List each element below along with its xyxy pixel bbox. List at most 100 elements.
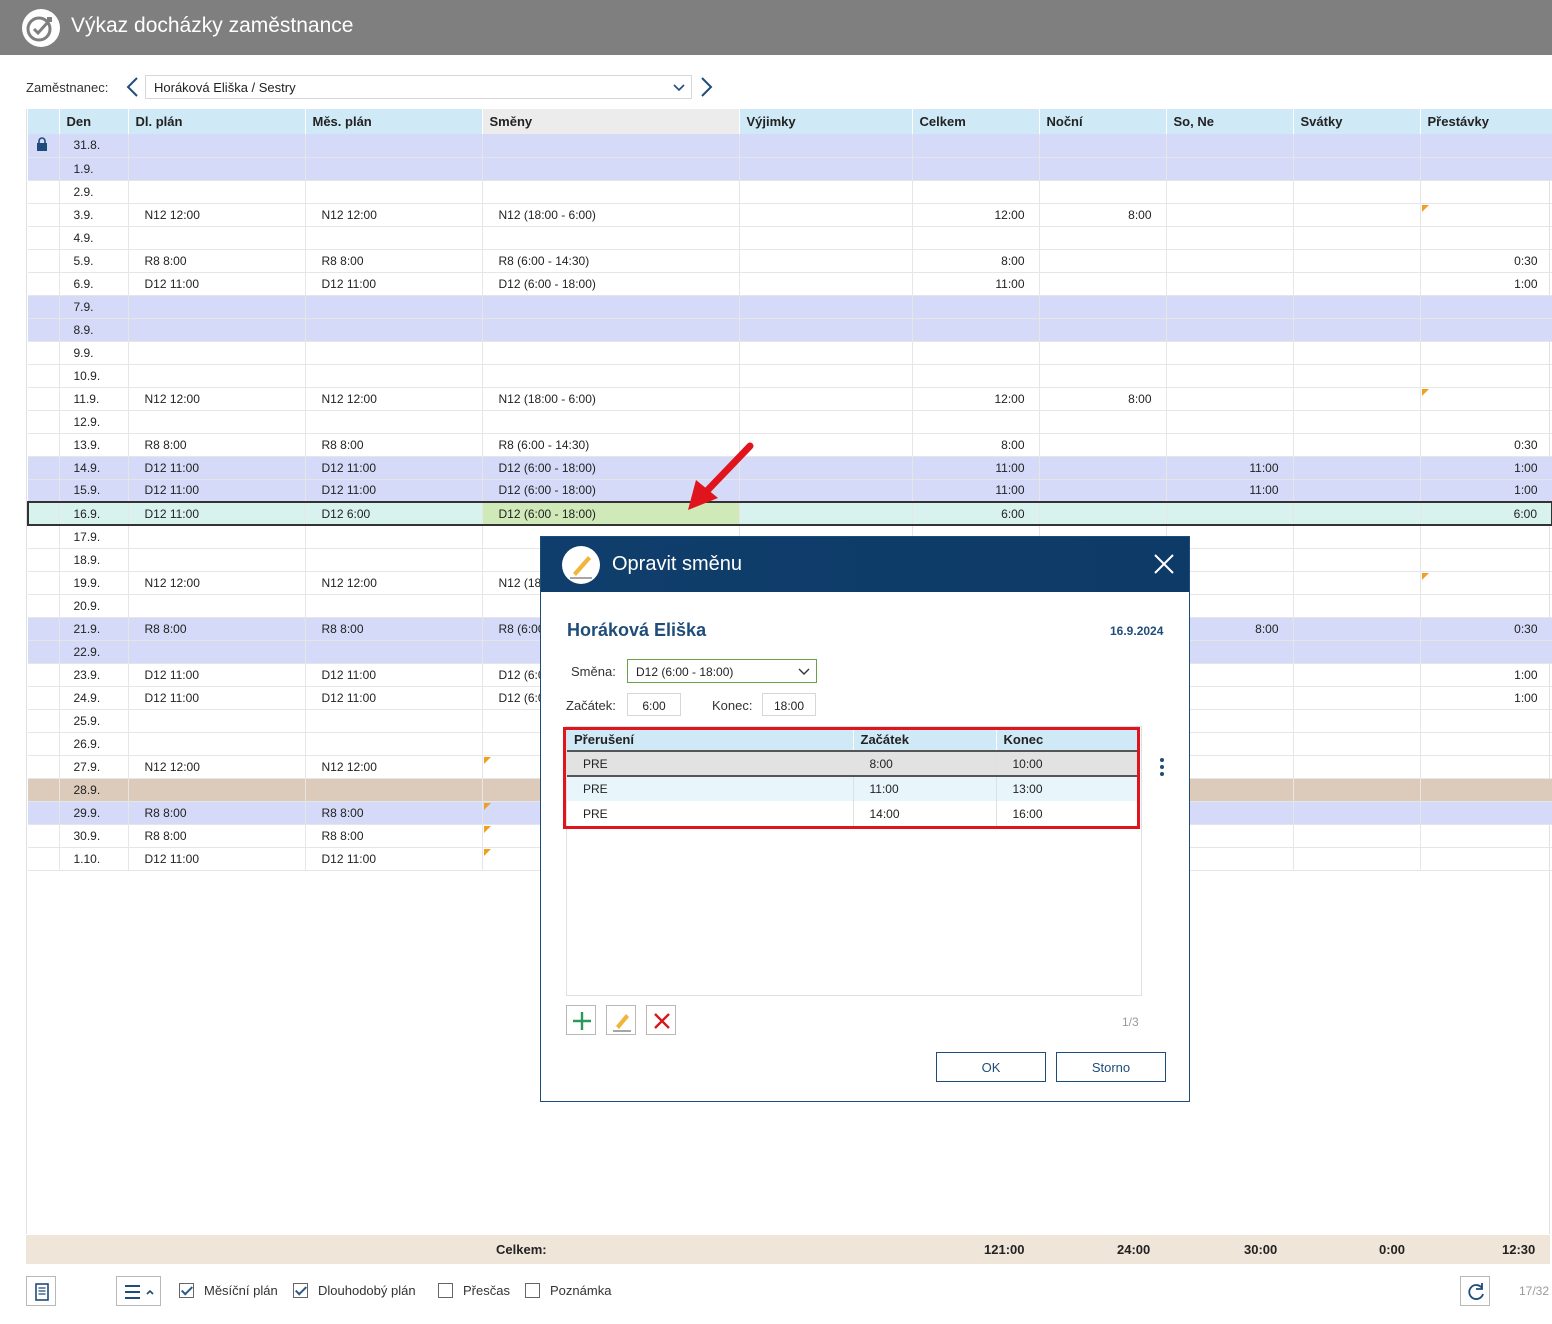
cell-dl-plan[interactable] [128,318,306,342]
delete-break-button[interactable] [646,1005,676,1035]
cell-mes-plan[interactable] [305,364,483,388]
cell-dl-plan[interactable] [128,640,306,664]
cell-dl-plan[interactable] [128,594,306,618]
cell-dl-plan[interactable] [128,341,306,365]
checkbox-box[interactable] [438,1283,453,1298]
cell-dl-plan[interactable]: D12 11:00 [128,501,306,526]
cell-dl-plan[interactable] [128,778,306,802]
cell-den[interactable]: 8.9. [59,318,129,342]
cell-dl-plan[interactable]: N12 12:00 [128,755,306,779]
cell-mes-plan[interactable] [305,318,483,342]
cell-dl-plan[interactable] [128,157,306,181]
close-icon[interactable] [1153,553,1175,575]
cell-nocni[interactable]: 8:00 [1039,387,1167,411]
cell-den[interactable]: 4.9. [59,226,129,250]
cell-smeny[interactable] [482,341,740,365]
cell-prestavky[interactable] [1420,594,1552,618]
cell-mes-plan[interactable] [305,548,483,572]
checkbox-box[interactable] [525,1283,540,1298]
cell-dl-plan[interactable]: D12 11:00 [128,663,306,687]
cell-vyjimky[interactable] [739,410,913,434]
table-row[interactable]: 13.9. R8 8:00 R8 8:00 R8 (6:00 - 14:30) 8:00… [28,433,1552,457]
cell-mes-plan[interactable]: R8 8:00 [305,249,483,273]
cell-vyjimky[interactable] [739,180,913,204]
cell-den[interactable]: 11.9. [59,387,129,411]
cell-mes-plan[interactable] [305,134,483,158]
cell-vyjimky[interactable] [739,249,913,273]
table-row[interactable]: 12.9. [28,410,1552,434]
cell-vyjimky[interactable] [739,456,913,480]
cell-celkem[interactable]: 6:00 [912,501,1040,526]
table-row[interactable]: 9.9. [28,341,1552,365]
cell-celkem[interactable] [912,295,1040,319]
cell-smeny[interactable]: R8 (6:00 - 14:30) [482,249,740,273]
cell-mes-plan[interactable] [305,295,483,319]
table-row[interactable]: 16.9. D12 11:00 D12 6:00 D12 (6:00 - 18:00)… [27,501,1552,526]
cell-mes-plan[interactable] [305,594,483,618]
cell-dl-plan[interactable]: D12 11:00 [128,479,306,503]
cell-svatky[interactable] [1293,157,1421,181]
cell-vyjimky[interactable] [739,387,913,411]
cell-smeny[interactable] [482,226,740,250]
ok-button[interactable]: OK [936,1052,1046,1082]
cell-prestavky[interactable] [1420,364,1552,388]
cell-prestavky[interactable]: 6:00 [1420,501,1552,526]
cell-dl-plan[interactable]: N12 12:00 [128,571,306,595]
cell-svatky[interactable] [1293,180,1421,204]
cell-mes-plan[interactable]: D12 11:00 [305,663,483,687]
cell-prestavky[interactable] [1420,226,1552,250]
cell-den[interactable]: 12.9. [59,410,129,434]
cell-nocni[interactable] [1039,157,1167,181]
table-row[interactable]: 3.9. N12 12:00 N12 12:00 N12 (18:00 - 6:00)… [28,203,1552,227]
cell-prestavky[interactable]: 1:00 [1420,479,1552,503]
edit-break-button[interactable] [606,1005,636,1035]
cell-so-ne[interactable] [1166,433,1294,457]
cell-so-ne[interactable] [1166,272,1294,296]
cell-svatky[interactable] [1293,801,1421,825]
cell-mes-plan[interactable]: R8 8:00 [305,801,483,825]
cell-prestavky[interactable] [1420,410,1552,434]
cell-den[interactable]: 29.9. [59,801,129,825]
cell-nocni[interactable] [1039,249,1167,273]
cell-so-ne[interactable] [1166,249,1294,273]
cell-vyjimky[interactable] [739,226,913,250]
cell-den[interactable]: 30.9. [59,824,129,848]
cell-den[interactable]: 21.9. [59,617,129,641]
cell-svatky[interactable] [1293,640,1421,664]
cell-smeny[interactable] [482,134,740,158]
cell-dl-plan[interactable] [128,732,306,756]
cell-svatky[interactable] [1293,295,1421,319]
cell-prestavky[interactable]: 1:00 [1420,456,1552,480]
cell-mes-plan[interactable] [305,157,483,181]
cell-so-ne[interactable] [1166,501,1294,526]
cell-dl-plan[interactable] [128,548,306,572]
cell-smeny[interactable] [482,410,740,434]
cell-prestavky[interactable] [1420,801,1552,825]
cell-prestavky[interactable] [1420,525,1552,549]
cell-dl-plan[interactable]: N12 12:00 [128,387,306,411]
cell-den[interactable]: 18.9. [59,548,129,572]
cell-prestavky[interactable] [1420,203,1552,227]
cell-den[interactable]: 7.9. [59,295,129,319]
column-header-mes-plan[interactable]: Měs. plán [305,109,483,134]
cell-so-ne[interactable] [1166,180,1294,204]
cell-vyjimky[interactable] [739,203,913,227]
cell-mes-plan[interactable]: D12 11:00 [305,479,483,503]
cell-svatky[interactable] [1293,249,1421,273]
cell-celkem[interactable]: 11:00 [912,479,1040,503]
cell-vyjimky[interactable] [739,134,913,158]
cell-prestavky[interactable]: 0:30 [1420,249,1552,273]
cell-svatky[interactable] [1293,479,1421,503]
cell-dl-plan[interactable]: D12 11:00 [128,456,306,480]
cell-den[interactable]: 16.9. [59,501,129,526]
cell-svatky[interactable] [1293,617,1421,641]
cell-den[interactable]: 31.8. [59,134,129,158]
cell-smeny[interactable] [482,157,740,181]
cell-prestavky[interactable] [1420,778,1552,802]
cell-dl-plan[interactable] [128,295,306,319]
cell-nocni[interactable] [1039,456,1167,480]
cell-vyjimky[interactable] [739,501,913,526]
cell-svatky[interactable] [1293,318,1421,342]
cell-so-ne[interactable] [1166,410,1294,434]
table-row[interactable]: 31.8. [28,134,1552,158]
